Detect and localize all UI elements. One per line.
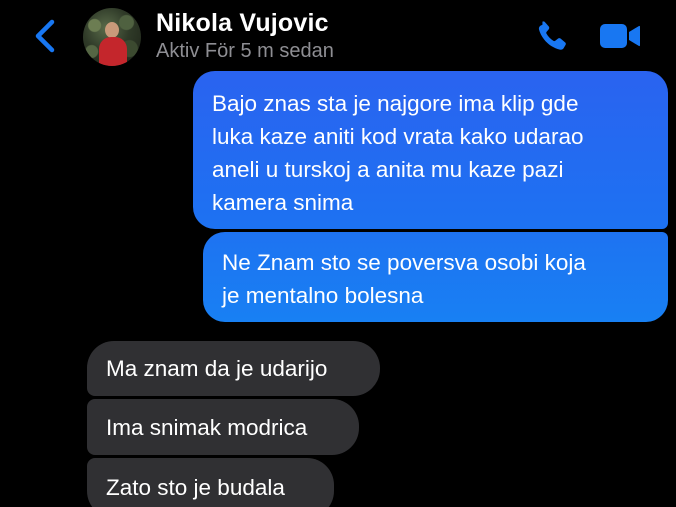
message-line: Zato sto je budala (106, 475, 285, 500)
message-bubble-incoming[interactable]: Zato sto je budala (87, 458, 334, 507)
chat-header: Nikola Vujovic Aktiv För 5 m sedan (0, 0, 676, 70)
message-line: je mentalno bolesna (222, 283, 424, 308)
contact-status: Aktiv För 5 m sedan (156, 40, 334, 62)
chat-screen: Nikola Vujovic Aktiv För 5 m sedan Bajo … (0, 0, 676, 507)
message-line: aneli u turskoj a anita mu kaze pazi (212, 157, 564, 182)
message-bubble-outgoing[interactable]: Bajo znas sta je najgore ima klip gde lu… (193, 71, 668, 229)
chevron-left-icon (35, 19, 55, 53)
message-bubble-incoming[interactable]: Ima snimak modrica (87, 399, 359, 455)
phone-icon (538, 21, 566, 50)
call-button[interactable] (532, 18, 570, 56)
message-line: Ima snimak modrica (106, 415, 308, 440)
avatar-person-head (105, 22, 119, 38)
message-line: luka kaze aniti kod vrata kako udarao (212, 124, 584, 149)
message-bubble-outgoing[interactable]: Ne Znam sto se poversva osobi koja je me… (203, 232, 668, 322)
message-line: kamera snima (212, 190, 354, 215)
message-line: Bajo znas sta je najgore ima klip gde (212, 91, 579, 116)
video-call-button[interactable] (598, 20, 642, 52)
message-line: Ma znam da je udarijo (106, 356, 328, 381)
back-button[interactable] (28, 16, 64, 56)
video-camera-icon (600, 24, 640, 48)
avatar[interactable] (83, 8, 141, 66)
contact-name[interactable]: Nikola Vujovic (156, 9, 329, 38)
message-bubble-incoming[interactable]: Ma znam da je udarijo (87, 341, 380, 396)
avatar-person-body (99, 37, 127, 66)
message-line: Ne Znam sto se poversva osobi koja (222, 250, 586, 275)
